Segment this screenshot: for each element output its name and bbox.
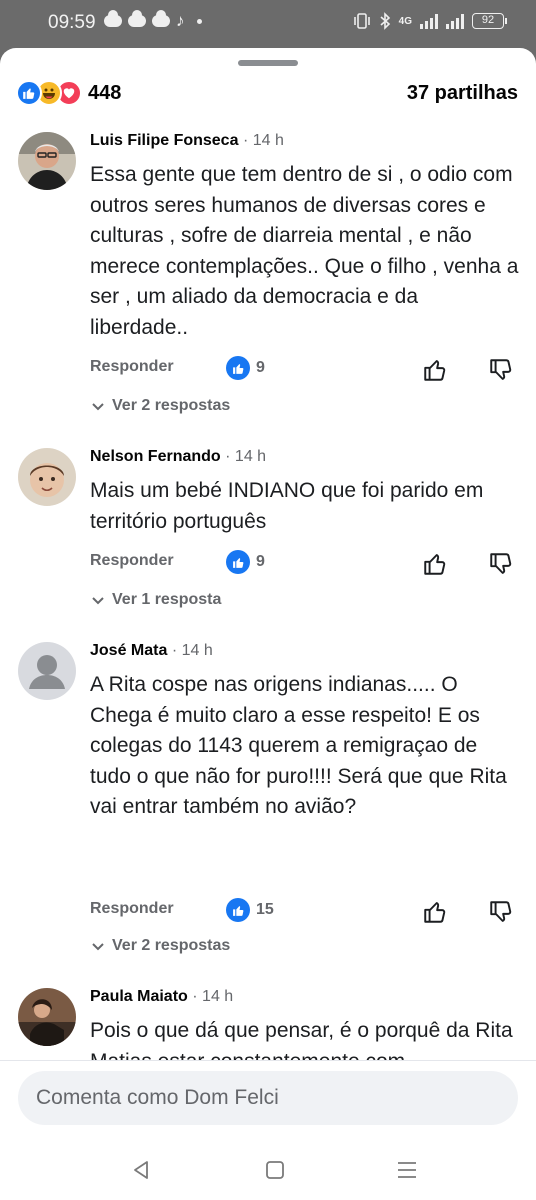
signal-icon [446, 13, 464, 29]
view-replies-button[interactable]: Ver 2 respostas [90, 397, 230, 415]
shares-count[interactable]: 37 partilhas [407, 82, 518, 105]
upvote-icon[interactable] [422, 899, 448, 925]
comment-text: Mais um bebé INDIANO que foi parido em t… [90, 479, 484, 533]
comment-author[interactable]: Luis Filipe Fonseca · 14 h [90, 132, 284, 150]
back-icon[interactable] [126, 1155, 156, 1185]
comment-text: A Rita cospe nas origens indianas..... O… [90, 673, 507, 818]
bluetooth-icon [380, 12, 390, 30]
home-icon[interactable] [260, 1155, 290, 1185]
system-icons: 4G 92 [353, 12, 507, 30]
network-type: 4G [398, 15, 412, 27]
author-name[interactable]: Nelson Fernando [90, 448, 221, 465]
chevron-down-icon [92, 943, 104, 951]
avatar[interactable] [18, 132, 76, 190]
reply-button[interactable]: Responder [90, 552, 174, 570]
author-name[interactable]: Luis Filipe Fonseca [90, 132, 238, 149]
more-notifications-dot-icon [196, 18, 202, 24]
vibrate-icon [353, 13, 370, 29]
bottom-bar: Comenta como Dom Felci [0, 1060, 536, 1200]
reaction-count: 448 [88, 81, 122, 104]
reply-button[interactable]: Responder [90, 900, 174, 918]
like-reaction-icon [16, 80, 42, 106]
comment-time: · 14 h [225, 448, 267, 465]
reactions-summary[interactable]: 448 [16, 80, 121, 106]
signal-icon [420, 13, 438, 29]
downvote-icon[interactable] [488, 357, 514, 383]
downvote-icon[interactable] [488, 899, 514, 925]
status-time: 09:59 [48, 12, 96, 33]
menu-icon[interactable] [392, 1155, 422, 1185]
like-count: 15 [256, 901, 274, 918]
comment-time: · 14 h [242, 132, 284, 149]
view-replies-label: Ver 1 resposta [112, 591, 222, 608]
view-replies-label: Ver 2 respostas [112, 397, 231, 414]
like-reaction-icon [226, 898, 250, 922]
comment-like-count[interactable]: 9 [226, 550, 265, 574]
comment-time: · 14 h [171, 642, 213, 659]
like-count: 9 [256, 359, 265, 376]
avatar[interactable] [18, 448, 76, 506]
comment-text: Essa gente que tem dentro de si , o odio… [90, 163, 519, 339]
upvote-icon[interactable] [422, 551, 448, 577]
chevron-down-icon [92, 597, 104, 605]
view-replies-button[interactable]: Ver 1 resposta [90, 591, 221, 609]
comment-item: Nelson Fernando · 14 h Mais um bebé INDI… [0, 444, 536, 624]
battery-level: 92 [481, 14, 495, 26]
comment-item: José Mata · 14 h A Rita cospe nas origen… [0, 638, 536, 968]
view-replies-button[interactable]: Ver 2 respostas [90, 937, 230, 955]
author-name[interactable]: José Mata [90, 642, 167, 659]
cloud-icon [128, 10, 146, 27]
system-navigation-bar [0, 1145, 536, 1200]
comment-like-count[interactable]: 15 [226, 898, 274, 922]
battery-icon: 92 [472, 13, 507, 29]
author-name[interactable]: Paula Maiato [90, 988, 188, 1005]
comment-author[interactable]: Nelson Fernando · 14 h [90, 448, 266, 466]
tiktok-icon: ♪ [176, 11, 185, 30]
like-count: 9 [256, 553, 265, 570]
avatar[interactable] [18, 642, 76, 700]
like-reaction-icon [226, 356, 250, 380]
view-replies-label: Ver 2 respostas [112, 937, 231, 954]
comment-item: Luis Filipe Fonseca · 14 h Essa gente qu… [0, 128, 536, 428]
cloud-icon [152, 10, 170, 27]
status-bar: 09:59 ♪ 4G 92 [0, 0, 536, 48]
comment-input[interactable]: Comenta como Dom Felci [18, 1071, 518, 1125]
drag-handle[interactable] [238, 60, 298, 66]
cloud-icon [104, 10, 122, 27]
comments-sheet: 448 37 partilhas Luis Filipe Fonseca · 1… [0, 48, 536, 1200]
upvote-icon[interactable] [422, 357, 448, 383]
comment-like-count[interactable]: 9 [226, 356, 265, 380]
comment-author[interactable]: Paula Maiato · 14 h [90, 988, 233, 1006]
chevron-down-icon [92, 403, 104, 411]
comment-author[interactable]: José Mata · 14 h [90, 642, 213, 660]
avatar[interactable] [18, 988, 76, 1046]
reply-button[interactable]: Responder [90, 358, 174, 376]
downvote-icon[interactable] [488, 551, 514, 577]
notification-icons: ♪ [104, 10, 202, 30]
like-reaction-icon [226, 550, 250, 574]
comment-time: · 14 h [192, 988, 234, 1005]
